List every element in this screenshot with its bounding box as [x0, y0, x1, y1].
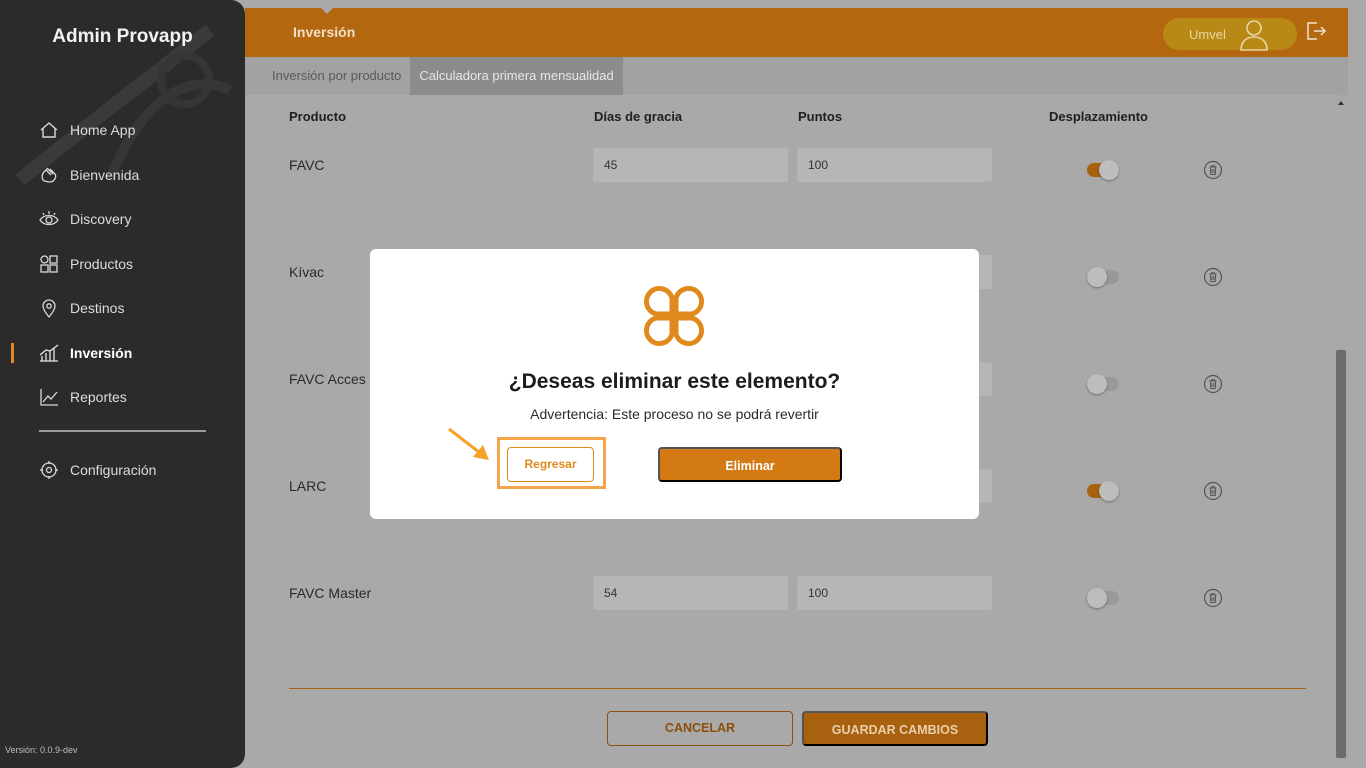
sidebar-item-bienvenida[interactable]: Bienvenida — [0, 153, 245, 198]
points-input[interactable]: 100 — [797, 148, 992, 182]
trash-icon[interactable] — [1203, 481, 1223, 501]
back-button[interactable]: Regresar — [507, 447, 594, 482]
vertical-scrollbar[interactable] — [1335, 95, 1348, 768]
column-header-desplazamiento: Desplazamiento — [1049, 109, 1148, 124]
grace-days-input[interactable]: 54 — [593, 576, 788, 610]
sidebar: Admin Provapp Home App Bienvenida Discov… — [0, 0, 245, 768]
trash-icon[interactable] — [1203, 588, 1223, 608]
cancel-button[interactable]: CANCELAR — [607, 711, 793, 746]
gear-icon — [38, 459, 60, 481]
product-name: Kívac — [289, 264, 325, 280]
product-name: FAVC Master — [289, 585, 372, 601]
tab-inversion-por-producto[interactable]: Inversión por producto — [245, 57, 410, 95]
sidebar-item-destinos[interactable]: Destinos — [0, 286, 245, 331]
location-pin-icon — [38, 297, 60, 319]
tab-calculadora-primera-mensualidad[interactable]: Calculadora primera mensualidad — [410, 57, 623, 95]
dialog-warning: Advertencia: Este proceso no se podrá re… — [530, 406, 819, 422]
sidebar-item-label: Discovery — [70, 211, 132, 228]
product-name: FAVC — [289, 157, 325, 173]
scroll-up-icon[interactable] — [1338, 101, 1344, 105]
page-edge — [1348, 0, 1366, 768]
sidebar-item-inversion[interactable]: Inversión — [0, 331, 245, 376]
sidebar-nav: Home App Bienvenida Discovery Productos … — [0, 108, 245, 420]
shift-toggle[interactable] — [1087, 160, 1119, 180]
save-changes-button[interactable]: GUARDAR CAMBIOS — [802, 711, 988, 746]
shift-toggle[interactable] — [1087, 267, 1119, 287]
scrollbar-thumb[interactable] — [1336, 350, 1346, 758]
logout-icon[interactable] — [1305, 20, 1327, 42]
user-name: Umvel — [1189, 27, 1226, 42]
sidebar-item-label: Bienvenida — [70, 166, 140, 183]
header-notch — [320, 7, 334, 14]
top-bar: Inversión Umvel — [245, 7, 1351, 57]
brand-title: Admin Provapp — [52, 26, 193, 47]
tab-bar: Inversión por producto Calculadora prime… — [245, 57, 1351, 95]
home-icon — [38, 119, 60, 141]
eye-icon — [38, 208, 60, 230]
user-avatar-icon — [1240, 20, 1268, 51]
sidebar-item-label: Home App — [70, 122, 136, 139]
sidebar-item-reportes[interactable]: Reportes — [0, 375, 245, 420]
grace-days-input[interactable]: 45 — [593, 148, 788, 182]
column-header-dias-de-gracia: Días de gracia — [594, 109, 683, 124]
grid-icon — [38, 253, 60, 275]
sidebar-item-productos[interactable]: Productos — [0, 242, 245, 287]
product-name: FAVC Acces — [289, 371, 366, 387]
delete-button[interactable]: Eliminar — [658, 447, 842, 482]
sidebar-divider — [39, 430, 206, 432]
line-chart-icon — [38, 386, 60, 408]
column-header-producto: Producto — [289, 109, 347, 124]
shift-toggle[interactable] — [1087, 481, 1119, 501]
trash-icon[interactable] — [1203, 267, 1223, 287]
sidebar-item-discovery[interactable]: Discovery — [0, 197, 245, 242]
clover-logo-icon — [643, 285, 705, 347]
footer-divider — [289, 688, 1306, 689]
pointer-arrow-icon — [448, 427, 489, 460]
trash-icon[interactable] — [1203, 160, 1223, 180]
column-header-puntos: Puntos — [798, 109, 843, 124]
sidebar-item-label: Productos — [70, 255, 134, 272]
sidebar-item-label: Reportes — [70, 389, 127, 406]
wave-hand-icon — [38, 164, 60, 186]
page-title: Inversión — [293, 24, 356, 40]
shift-toggle[interactable] — [1087, 374, 1119, 394]
sidebar-item-label: Destinos — [70, 300, 125, 317]
sidebar-item-configuracion[interactable]: Configuración — [0, 448, 245, 493]
sidebar-item-label: Inversión — [70, 344, 133, 361]
trash-icon[interactable] — [1203, 374, 1223, 394]
app-version: Versión: 0.0.9-dev — [5, 745, 78, 755]
bar-chart-icon — [38, 342, 60, 364]
delete-confirm-dialog: ¿Deseas eliminar este elemento? Adverten… — [370, 249, 979, 519]
sidebar-item-home-app[interactable]: Home App — [0, 108, 245, 153]
dialog-title: ¿Deseas eliminar este elemento? — [508, 370, 841, 393]
shift-toggle[interactable] — [1087, 588, 1119, 608]
sidebar-item-label: Configuración — [70, 462, 157, 479]
product-name: LARC — [289, 478, 327, 494]
user-menu[interactable]: Umvel — [1163, 18, 1297, 51]
points-input[interactable]: 100 — [797, 576, 992, 610]
